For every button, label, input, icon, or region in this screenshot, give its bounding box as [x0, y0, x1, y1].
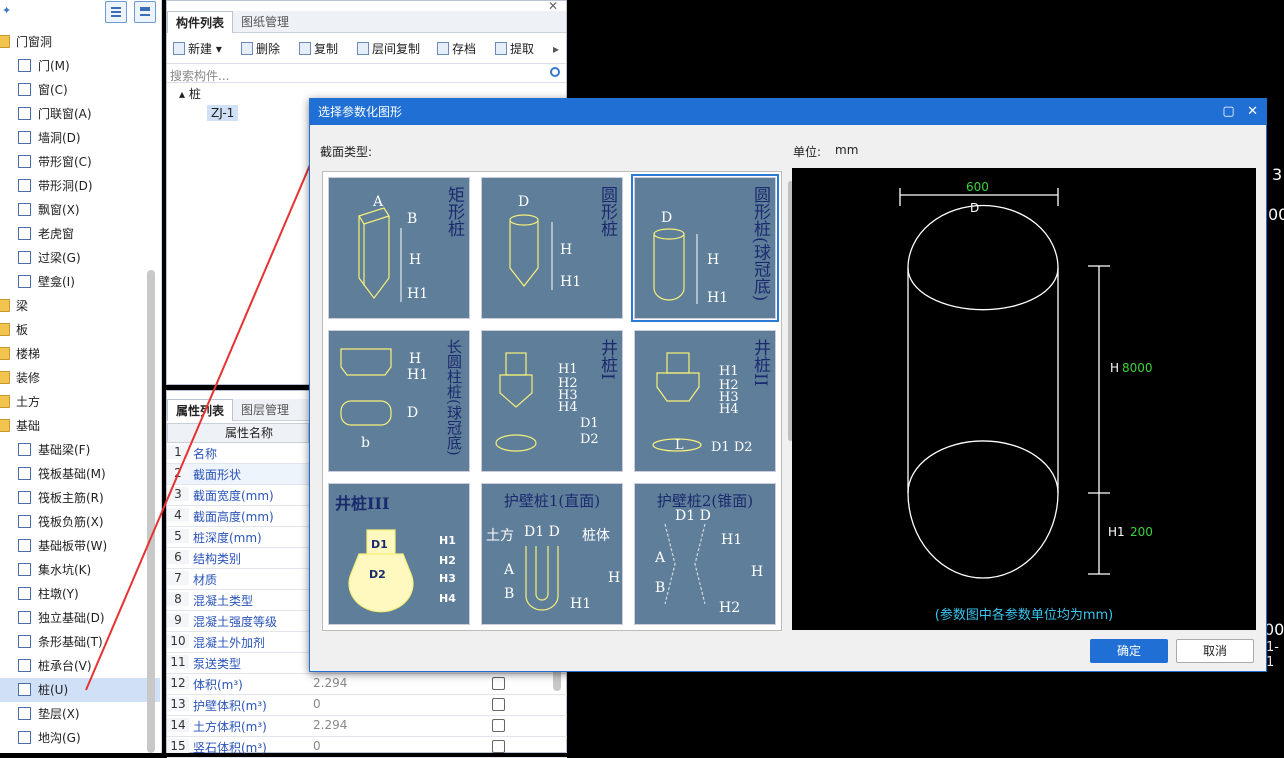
svg-text:D1 D2: D1 D2	[711, 440, 753, 455]
svg-text:H2: H2	[719, 600, 740, 616]
shape-title: 井桩II	[750, 339, 770, 387]
svg-text:D2: D2	[369, 568, 386, 581]
svg-text:D1 D: D1 D	[524, 524, 560, 540]
shape-preview: 600 D H 8000 H1 200 (参数图中各参数单位均为mm)	[792, 168, 1256, 630]
shape-title: 井桩I	[597, 339, 617, 380]
svg-text:D2: D2	[580, 432, 599, 447]
svg-text:b: b	[361, 435, 370, 451]
unit-value: mm	[835, 143, 859, 157]
svg-text:H: H	[409, 252, 421, 268]
unit-label: 单位:	[793, 145, 822, 159]
svg-text:A: A	[654, 550, 666, 566]
shape-retaining-pile-1[interactable]: 护壁桩1(直面) 土方 D1 D 桩体 A B H H1	[481, 483, 623, 625]
shape-well-pile-1[interactable]: H1 H2 H3 H4 D1 D2 井桩I	[481, 330, 623, 472]
svg-text:D1: D1	[580, 416, 599, 431]
shape-well-pile-2[interactable]: H1 H2 H3 H4 L D1 D2 井桩II	[634, 330, 776, 472]
shape-title: 圆形桩	[597, 186, 617, 237]
ok-button[interactable]: 确定	[1090, 639, 1168, 663]
svg-text:H4: H4	[558, 400, 578, 415]
svg-text:桩体: 桩体	[582, 527, 610, 544]
shape-title: 矩形桩	[444, 186, 464, 237]
dialog-title: 选择参数化图形 ▢ ✕	[310, 99, 1266, 125]
svg-text:H1: H1	[407, 286, 428, 302]
shape-round-pile-spherical[interactable]: D H H1 圆形桩(球冠底)	[631, 174, 779, 322]
svg-text:D1 D: D1 D	[675, 508, 711, 524]
svg-text:H1: H1	[560, 274, 581, 290]
svg-text:H: H	[608, 570, 620, 586]
svg-text:H1: H1	[721, 532, 742, 548]
svg-text:H1: H1	[570, 596, 591, 612]
svg-text:H1: H1	[439, 534, 456, 547]
preview-h1-label: H1	[1108, 525, 1125, 539]
shape-retaining-pile-2[interactable]: 护壁桩2(锥面) D1 D A B H1 H H2	[634, 483, 776, 625]
preview-drawing	[899, 188, 1110, 579]
svg-text:H4: H4	[719, 402, 739, 417]
preview-d-label: D	[970, 201, 980, 215]
svg-text:土方: 土方	[486, 528, 514, 544]
svg-text:A: A	[503, 562, 515, 578]
preview-d-value: 600	[966, 180, 989, 194]
svg-text:D: D	[407, 405, 418, 421]
close-icon[interactable]: ✕	[1247, 104, 1258, 119]
svg-text:H: H	[560, 242, 572, 258]
svg-text:H3: H3	[439, 572, 456, 585]
svg-text:B: B	[504, 586, 514, 602]
shape-round-pile[interactable]: D H H1 圆形桩	[481, 177, 623, 319]
shape-well-pile-3[interactable]: 井桩III D1 D2 H1 H2 H3 H4	[328, 483, 470, 625]
shape-grid: A B H H1 矩形桩 D H H1 圆形桩 D H H1 圆形桩(球冠底) H H1 Db 长…	[322, 171, 782, 631]
svg-text:H1: H1	[707, 290, 728, 306]
preview-h-label: H	[1110, 361, 1120, 375]
svg-text:L: L	[675, 438, 684, 453]
parametric-shape-dialog: 选择参数化图形 ▢ ✕ 截面类型: 单位: mm A B H H1 矩形桩 D H H1 …	[309, 98, 1267, 672]
svg-text:H: H	[751, 564, 763, 580]
shape-title: 圆形桩(球冠底)	[750, 186, 770, 302]
maximize-icon[interactable]: ▢	[1222, 104, 1234, 119]
shape-rect-pile[interactable]: A B H H1 矩形桩	[328, 177, 470, 319]
cancel-button[interactable]: 取消	[1176, 639, 1254, 663]
shape-long-round-pile[interactable]: H H1 Db 长圆柱桩(球冠底)	[328, 330, 470, 472]
svg-text:H4: H4	[439, 592, 456, 605]
svg-text:B: B	[407, 211, 417, 227]
svg-text:H1: H1	[558, 362, 578, 377]
svg-text:D1: D1	[371, 538, 388, 551]
svg-text:B: B	[655, 580, 665, 596]
preview-h-value: 8000	[1122, 361, 1153, 375]
svg-text:H1: H1	[719, 364, 739, 379]
section-type-label: 截面类型:	[320, 145, 373, 159]
preview-note: (参数图中各参数单位均为mm)	[934, 608, 1114, 623]
svg-text:H2: H2	[439, 554, 456, 567]
preview-h1-value: 200	[1130, 525, 1153, 539]
svg-text:A: A	[372, 194, 384, 210]
svg-text:H: H	[409, 351, 421, 367]
svg-text:H: H	[707, 252, 719, 268]
svg-text:D: D	[518, 194, 529, 210]
svg-text:D: D	[661, 210, 672, 226]
shape-title: 长圆柱桩(球冠底)	[445, 339, 463, 456]
svg-text:H1: H1	[407, 367, 428, 383]
